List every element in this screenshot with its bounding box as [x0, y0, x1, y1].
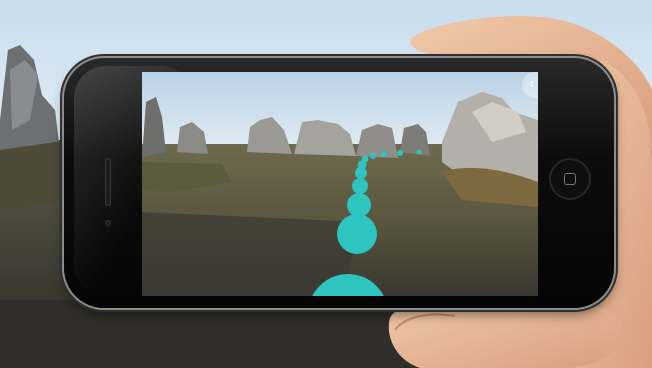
front-camera	[105, 220, 111, 226]
home-button[interactable]	[549, 158, 591, 200]
ar-scene	[142, 72, 538, 296]
chevron-left-icon: ‹	[529, 75, 535, 92]
earpiece-speaker	[105, 158, 111, 206]
home-square-icon	[564, 173, 576, 185]
ar-camera-view[interactable]: ‹	[142, 72, 538, 296]
smartphone: ‹	[64, 58, 614, 308]
scene-background: ‹	[0, 0, 652, 368]
